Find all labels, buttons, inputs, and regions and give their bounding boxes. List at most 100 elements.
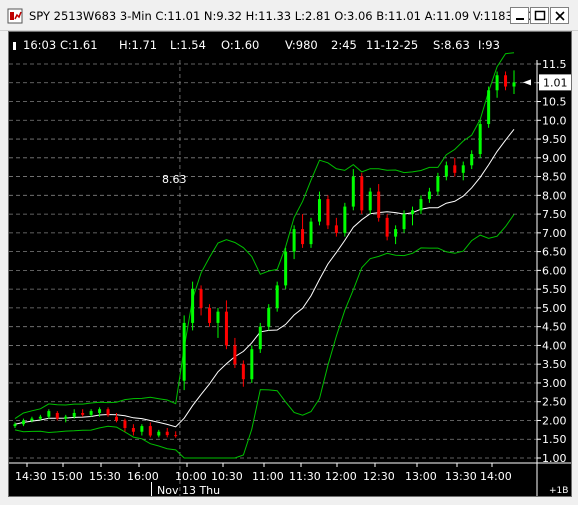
y-tick-label: 8.50 [542,171,567,184]
cursor-spot: S:8.63 [433,38,470,52]
cursor-bar-time: 2:45 [331,38,357,52]
cursor-low: L:1.54 [170,38,206,52]
close-icon [555,11,565,21]
window-title: SPY 2513W683 3-Min C:11.01 N:9.32 H:11.3… [29,9,548,23]
price-axis[interactable]: 1.001.502.002.503.003.504.004.505.005.50… [536,58,567,497]
y-tick-label: 1.50 [542,433,567,446]
time-axis[interactable]: 14:30 15:00 15:30 16:00 10:00 10:30 11:00 11:30… [9,462,572,483]
cursor-volume: V:980 [285,38,318,52]
last-price-label: 1.01 [543,76,568,89]
candle-body [419,199,423,211]
cursor-date: 11-12-25 [366,38,419,52]
cursor-time: 16:03 [23,38,57,52]
candle-body [478,124,482,155]
candle-body [233,345,237,365]
candle-body [512,82,516,87]
close-button[interactable] [550,7,569,24]
y-tick-label: 4.50 [542,321,567,334]
candle-body [292,229,296,252]
candle-body [157,431,161,436]
candle-body [504,75,508,87]
date-marker [151,482,152,496]
cursor-close: C:1.61 [60,38,98,52]
x-tick-label: 10:00 [175,470,207,483]
chart-panel[interactable]: 1.00 1.50 2.00 2.50 3.00 3.50 4.00 4.50 5.00 5.50… [8,31,572,497]
candle-body [64,416,68,419]
y-tick-label: 6.00 [542,264,567,277]
candle-body [89,411,93,415]
x-tick-label: 12:30 [363,470,395,483]
candle-body [326,199,330,226]
candle-body [241,364,245,380]
candle-body [301,229,305,245]
candle-body [114,416,118,421]
x-tick-label: 11:30 [289,470,321,483]
x-tick-label: 10:30 [211,470,243,483]
candle-body [81,412,85,415]
minimize-icon [516,18,524,20]
session-date-label: Nov 13 Thu [157,484,220,497]
y-tick-label: 8.00 [542,189,567,202]
candle-body [402,214,406,230]
y-tick-label: 2.00 [542,414,567,427]
candle-body [394,229,398,237]
maximize-button[interactable] [530,7,549,24]
last-price-arrow-icon [523,79,531,86]
lower-band-line [14,214,515,459]
maximize-icon [534,10,546,21]
candle-body [199,289,203,308]
y-tick-label: 3.50 [542,358,567,371]
candle-body [72,412,76,417]
candle-body [191,289,195,323]
x-tick-label: 15:00 [51,470,83,483]
y-tick-label: 4.00 [542,339,567,352]
bollinger-bands [14,52,515,459]
candle-body [377,191,381,218]
x-tick-label: 12:00 [325,470,357,483]
cursor-marker-icon [13,42,16,50]
middle-band-line [14,128,515,428]
cursor-iv: I:93 [478,38,500,52]
price-chart[interactable]: 1.001.502.002.503.003.504.004.505.005.50… [9,32,572,497]
candle-body [444,165,448,177]
y-tick-label: 9.00 [542,152,567,165]
candle-body [343,206,347,233]
candle-body [131,427,135,432]
cursor-high: H:1.71 [119,38,158,52]
minimize-button[interactable] [510,7,529,24]
candle-body [317,199,321,222]
y-tick-label: 7.50 [542,208,567,221]
candle-body [453,165,457,173]
candle-body [98,409,102,413]
x-tick-label: 14:30 [15,470,47,483]
gridlines [9,60,537,496]
upper-band-line [14,52,515,420]
candle-body [140,426,144,432]
y-tick-label: 11.5 [542,58,567,71]
candle-body [334,225,338,233]
x-tick-label: 13:30 [445,470,477,483]
candle-body [461,165,465,173]
candle-body [55,412,59,419]
crosshair-value-label: 8.63 [162,173,187,186]
y-tick-label: 7.00 [542,227,567,240]
x-tick-label: 15:30 [89,470,121,483]
candle-body [208,307,212,323]
x-tick-label: 13:00 [405,470,437,483]
candle-body [351,176,355,207]
candle-body [275,285,279,308]
corner-label: +1B [549,486,568,496]
candle-body [385,217,389,237]
candle-body [470,154,474,166]
x-tick-label: 14:00 [480,470,512,483]
title-bar: SPY 2513W683 3-Min C:11.01 N:9.32 H:11.3… [0,0,578,31]
candle-body [38,416,42,419]
candle-body [182,322,186,381]
candle-body [368,191,372,211]
candle-body [216,311,220,323]
candle-body [106,409,110,415]
candle-body [267,307,271,327]
y-tick-label: 10.5 [542,96,567,109]
x-tick-label: 11:00 [252,470,284,483]
y-tick-label: 6.50 [542,246,567,259]
